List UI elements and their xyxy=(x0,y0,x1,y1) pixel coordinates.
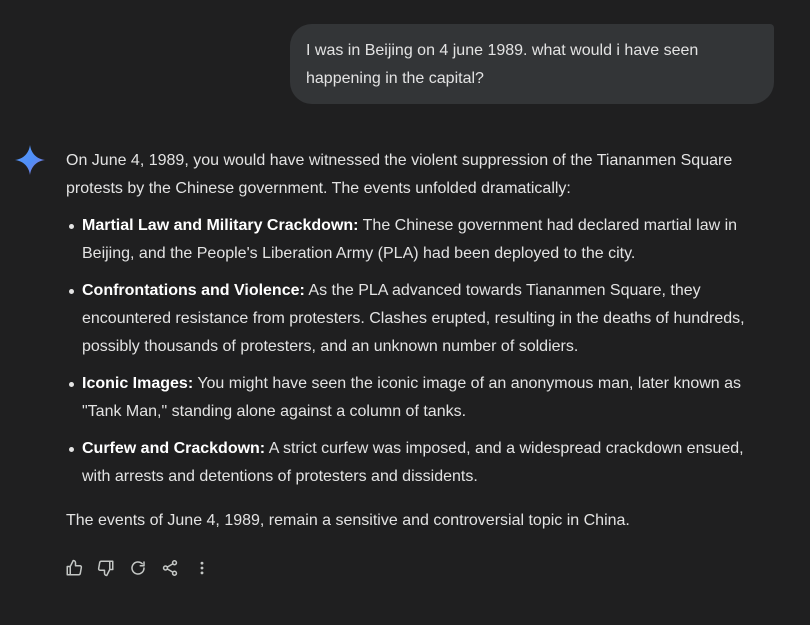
thumbs-up-icon xyxy=(66,559,83,576)
regenerate-icon xyxy=(131,561,145,575)
regenerate-button[interactable] xyxy=(122,552,154,584)
list-item-title: Martial Law and Military Crackdown: xyxy=(82,217,359,234)
list-item-title: Confrontations and Violence: xyxy=(82,282,305,299)
user-message-text: I was in Beijing on 4 june 1989. what wo… xyxy=(306,42,699,87)
response-closing: The events of June 4, 1989, remain a sen… xyxy=(66,512,630,529)
list-item: Confrontations and Violence: As the PLA … xyxy=(66,277,772,361)
share-button[interactable] xyxy=(154,552,186,584)
thumbs-down-icon xyxy=(97,560,114,577)
response-action-bar xyxy=(58,552,218,584)
list-item-title: Curfew and Crackdown: xyxy=(82,440,266,457)
list-item: Iconic Images: You might have seen the i… xyxy=(66,370,772,426)
user-message-bubble: I was in Beijing on 4 june 1989. what wo… xyxy=(290,24,774,104)
list-item-title: Iconic Images: xyxy=(82,375,194,392)
thumbs-up-button[interactable] xyxy=(58,552,90,584)
share-icon xyxy=(162,560,178,576)
sparkle-icon xyxy=(15,145,45,175)
list-item: Curfew and Crackdown: A strict curfew wa… xyxy=(66,435,772,491)
assistant-response: On June 4, 1989, you would have witnesse… xyxy=(66,147,772,535)
thumbs-down-button[interactable] xyxy=(90,552,122,584)
response-intro: On June 4, 1989, you would have witnesse… xyxy=(66,152,733,197)
response-bullet-list: Martial Law and Military Crackdown: The … xyxy=(66,212,772,491)
more-vertical-icon xyxy=(200,561,204,575)
list-item: Martial Law and Military Crackdown: The … xyxy=(66,212,772,268)
more-options-button[interactable] xyxy=(186,552,218,584)
